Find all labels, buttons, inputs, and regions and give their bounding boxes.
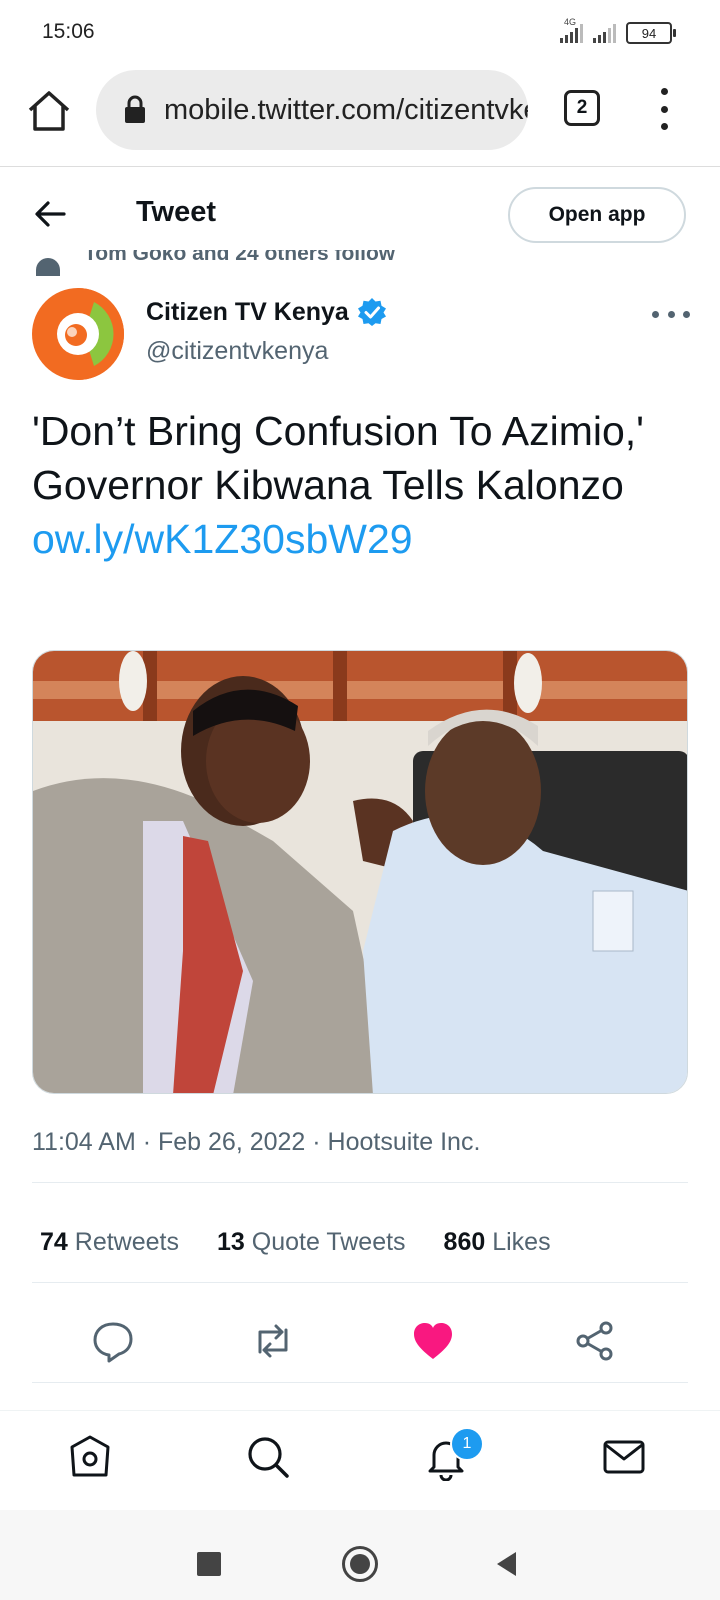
divider <box>32 1382 688 1383</box>
author-name-row[interactable]: Citizen TV Kenya <box>146 297 387 327</box>
status-indicators: 4G 94 <box>560 17 676 44</box>
lock-icon <box>125 95 145 123</box>
avatar[interactable] <box>32 288 124 380</box>
signal-icon-2 <box>593 23 616 43</box>
home-icon[interactable] <box>66 1433 114 1481</box>
author-handle[interactable]: @citizentvkenya <box>146 337 328 366</box>
tabs-button[interactable]: 2 <box>564 90 600 126</box>
status-bar: 15:06 4G 94 <box>0 0 720 66</box>
tweet-stats: 74 Retweets 13 Quote Tweets 860 Likes <box>40 1228 551 1257</box>
quotes-stat[interactable]: 13 Quote Tweets <box>217 1228 406 1257</box>
bottom-nav: 1 <box>0 1410 720 1511</box>
divider <box>32 1282 688 1283</box>
home-icon[interactable] <box>26 88 72 134</box>
like-icon[interactable] <box>410 1318 456 1364</box>
tweet-image[interactable] <box>32 650 688 1094</box>
open-app-button[interactable]: Open app <box>508 187 686 243</box>
likes-stat[interactable]: 860 Likes <box>444 1228 551 1257</box>
back-system-button[interactable] <box>494 1550 518 1578</box>
home-system-button[interactable] <box>342 1546 378 1582</box>
browser-toolbar: mobile.twitter.com/citizentvkenya/status… <box>0 66 720 167</box>
signal-icon: 4G <box>560 17 583 43</box>
divider <box>32 1182 688 1183</box>
tweet-link[interactable]: ow.ly/wK1Z30sbW29 <box>32 512 692 566</box>
status-time: 15:06 <box>42 20 95 43</box>
author-name[interactable]: Citizen TV Kenya <box>146 298 349 327</box>
twitter-header: Tweet Open app <box>0 168 720 264</box>
tweet-actions <box>32 1318 688 1372</box>
network-type: 4G <box>564 17 577 27</box>
tweet-body: 'Don’t Bring Confusion To Azimio,' Gover… <box>32 408 644 508</box>
search-icon[interactable] <box>244 1433 292 1481</box>
retweets-stat[interactable]: 74 Retweets <box>40 1228 179 1257</box>
tweet-text: 'Don’t Bring Confusion To Azimio,' Gover… <box>32 404 692 566</box>
photo-two-men <box>33 651 687 1093</box>
system-nav-bar <box>0 1510 720 1600</box>
retweet-icon[interactable] <box>250 1318 296 1364</box>
share-icon[interactable] <box>572 1318 618 1364</box>
recents-button[interactable] <box>197 1552 221 1576</box>
tweet-timestamp[interactable]: 11:04 AM · Feb 26, 2022 · Hootsuite Inc. <box>32 1128 480 1157</box>
menu-icon[interactable] <box>652 88 676 130</box>
verified-icon <box>357 298 386 326</box>
url-text: mobile.twitter.com/citizentvkenya/status <box>164 93 528 126</box>
more-icon[interactable] <box>652 302 690 326</box>
page-title: Tweet <box>136 196 217 228</box>
reply-icon[interactable] <box>90 1318 136 1364</box>
notification-badge: 1 <box>450 1427 484 1461</box>
address-bar[interactable]: mobile.twitter.com/citizentvkenya/status <box>96 70 528 150</box>
mail-icon[interactable] <box>600 1433 648 1481</box>
battery-indicator: 94 <box>626 22 676 44</box>
back-arrow-icon[interactable] <box>30 194 70 234</box>
